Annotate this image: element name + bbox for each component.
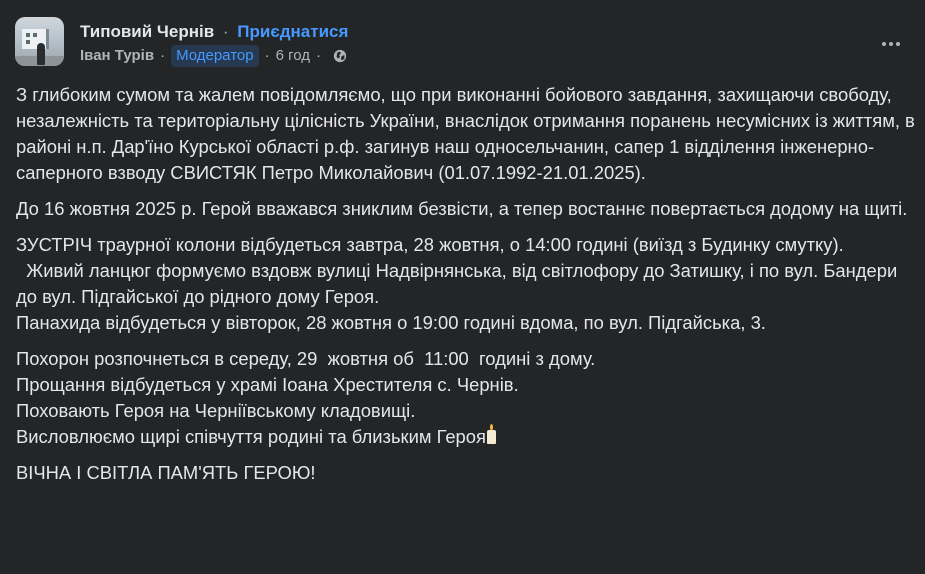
globe-icon[interactable] (333, 49, 347, 63)
separator-dot: · (160, 47, 166, 64)
more-options-button[interactable] (875, 28, 907, 60)
post-header-meta: Іван Турів · Модератор · 6 год · (80, 44, 347, 68)
post-paragraph: Панахида відбудеться у вівторок, 28 жовт… (16, 312, 766, 333)
more-options-icon (882, 42, 886, 46)
more-options-icon (896, 42, 900, 46)
separator-dot: · (264, 47, 270, 64)
post-paragraph: Похорон розпочнеться в середу, 29 жовтня… (16, 348, 596, 369)
post-paragraph: Поховають Героя на Черніївському кладови… (16, 400, 416, 421)
post-timestamp-link[interactable]: 6 год (276, 44, 310, 68)
group-avatar[interactable] (15, 17, 64, 66)
post-paragraph: Живий ланцюг формуємо вздовж вулиці Надв… (16, 260, 903, 307)
candle-icon (486, 424, 496, 444)
author-name-link[interactable]: Іван Турів (80, 44, 154, 68)
join-group-button[interactable]: Приєднатися (237, 22, 348, 41)
post-body: З глибоким сумом та жалем повідомляємо, … (16, 82, 916, 486)
avatar-person (37, 43, 45, 65)
post-paragraph: Прощання відбудеться у храмі Іоана Хрест… (16, 374, 519, 395)
group-post: Типовий Чернів · Приєднатися Іван Турів … (0, 0, 925, 574)
post-paragraph: ВІЧНА І СВІТЛА ПАМ'ЯТЬ ГЕРОЮ! (16, 462, 316, 483)
avatar-window (26, 40, 30, 44)
post-paragraph: ЗУСТРІЧ траурної колони відбудеться завт… (16, 234, 844, 255)
avatar-window (26, 33, 30, 37)
moderator-badge: Модератор (171, 45, 259, 67)
separator-dot: · (222, 22, 229, 41)
post-paragraph: З глибоким сумом та жалем повідомляємо, … (16, 84, 915, 183)
post-paragraph: До 16 жовтня 2025 р. Герой вважався зник… (16, 198, 908, 219)
group-name-link[interactable]: Типовий Чернів (80, 22, 214, 41)
post-header-title: Типовий Чернів · Приєднатися (80, 20, 348, 44)
post-paragraph: Висловлюємо щирі співчуття родині та бли… (16, 426, 486, 447)
separator-dot: · (316, 47, 321, 64)
post-paragraph-with-candle: Висловлюємо щирі співчуття родині та бли… (16, 424, 916, 450)
more-options-icon (889, 42, 893, 46)
avatar-window (33, 33, 37, 37)
